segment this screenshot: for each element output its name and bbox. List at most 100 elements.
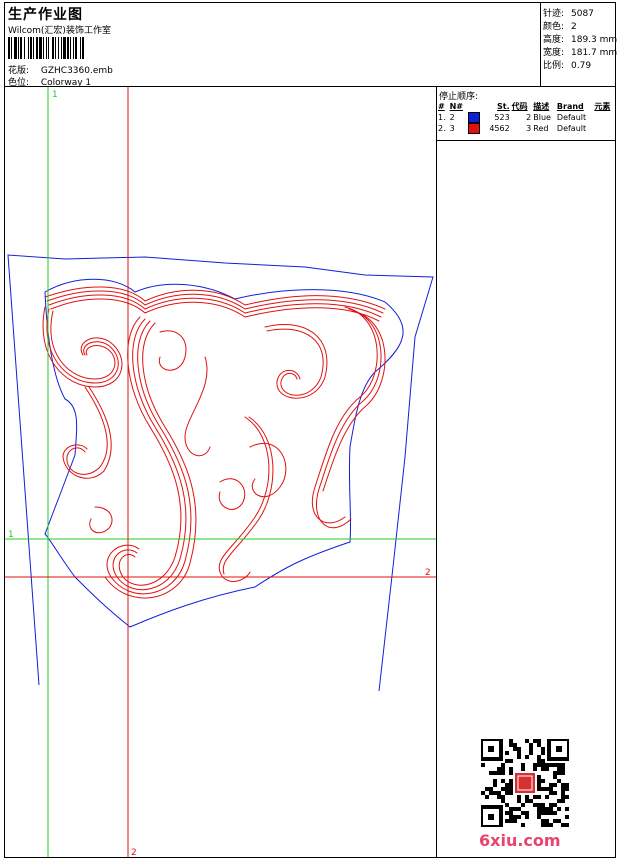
qr-module <box>545 823 549 827</box>
color-swatch-cell <box>467 112 484 123</box>
qr-module <box>549 811 553 815</box>
qr-module <box>545 819 549 823</box>
qr-module <box>493 791 497 795</box>
qr-module <box>541 807 545 811</box>
qr-module <box>537 779 541 783</box>
qr-module <box>489 791 493 795</box>
qr-module <box>501 787 505 791</box>
sheet-title: 生产作业图 <box>8 7 83 23</box>
needle-num: 2 <box>449 113 455 122</box>
barcode-bar <box>63 37 66 59</box>
qr-module <box>557 819 561 823</box>
qr-module <box>521 811 525 815</box>
qr-module <box>537 807 541 811</box>
production-sheet: 生产作业图 Wilcom(汇宏)装饰工作室 花版: GZHC3360.emb 色… <box>4 2 618 858</box>
qr-module <box>501 767 505 771</box>
qr-module <box>541 767 545 771</box>
barcode-bar <box>36 37 38 59</box>
qr-module <box>541 803 545 807</box>
qr-module <box>497 795 501 799</box>
qr-module <box>497 771 501 775</box>
qr-module <box>509 767 513 771</box>
qr-module <box>557 779 561 783</box>
barcode-bar <box>14 37 17 59</box>
qr-module <box>541 747 545 751</box>
spec-scale: 比例: 0.79 <box>543 58 591 71</box>
qr-module <box>525 799 529 803</box>
barcode-bar <box>61 37 62 59</box>
qr-module <box>505 803 509 807</box>
red-v-label: 2 <box>131 848 137 857</box>
qr-module <box>537 783 541 787</box>
red-embroidery <box>42 286 386 599</box>
color-swatch <box>468 123 481 134</box>
qr-module <box>561 771 565 775</box>
qr-module <box>493 779 497 783</box>
qr-module <box>525 755 529 759</box>
company-name: Wilcom(汇宏)装饰工作室 <box>8 26 111 36</box>
qr-module <box>481 763 485 767</box>
spec-value: 5087 <box>571 9 594 19</box>
qr-module <box>561 799 565 803</box>
barcode-bar <box>52 37 54 59</box>
qr-module <box>565 787 569 791</box>
barcode-bar <box>11 37 12 59</box>
spec-label: 高度: <box>543 35 565 45</box>
qr-module <box>557 763 561 767</box>
qr-module <box>505 759 509 763</box>
qr-module <box>489 787 493 791</box>
qr-module <box>509 811 513 815</box>
barcode-bar <box>28 37 29 59</box>
qr-module <box>493 783 497 787</box>
color-code: 2 <box>526 113 532 122</box>
header-info: 生产作业图 Wilcom(汇宏)装饰工作室 花版: GZHC3360.emb 色… <box>5 3 541 88</box>
qr-module <box>501 799 505 803</box>
qr-module <box>517 795 521 799</box>
green-v-label: 1 <box>52 90 58 100</box>
green-h-label: 1 <box>8 530 14 540</box>
barcode-bar <box>67 37 69 59</box>
qr-module <box>505 791 509 795</box>
qr-module <box>549 807 553 811</box>
qr-module <box>549 791 553 795</box>
barcode-bar <box>58 37 59 59</box>
qr-code <box>481 739 569 827</box>
col-header: # <box>438 102 445 111</box>
stop-sequence-table: # N# St. 代码 描述 Brand 元素 1. 2 523 2 Blue … <box>437 101 615 134</box>
qr-module <box>513 743 517 747</box>
col-header: St. <box>497 102 510 111</box>
qr-module <box>541 759 545 763</box>
barcode-bar <box>24 37 25 59</box>
barcode-bar <box>82 37 84 59</box>
qr-module <box>553 811 557 815</box>
qr-module <box>517 815 521 819</box>
qr-module <box>525 739 529 743</box>
qr-module <box>509 759 513 763</box>
barcode-bar <box>80 37 81 59</box>
barcode-bar <box>30 37 32 59</box>
qr-module <box>533 795 537 799</box>
spec-value: 181.7 mm <box>571 48 618 58</box>
qr-module <box>545 795 549 799</box>
qr-module <box>537 795 541 799</box>
color-code: 3 <box>526 124 532 133</box>
spec-height: 高度: 189.3 mm <box>543 32 617 45</box>
qr-module <box>505 819 509 823</box>
barcode-bar <box>75 37 77 59</box>
qr-module <box>509 807 513 811</box>
qr-module <box>505 787 509 791</box>
qr-module <box>549 823 553 827</box>
qr-module <box>545 807 549 811</box>
qr-module <box>533 763 537 767</box>
qr-module <box>545 811 549 815</box>
qr-module <box>513 807 517 811</box>
scroll-right <box>218 306 386 582</box>
blue-inner-outline <box>44 278 404 628</box>
spec-value: 189.3 mm <box>571 35 618 45</box>
barcode-bar <box>73 37 74 59</box>
scroll-left <box>42 306 123 534</box>
stitch-count: 4562 <box>489 124 510 133</box>
color-swatch <box>468 112 481 123</box>
col-header: 描述 <box>533 102 550 111</box>
embroidery-preview: 1 1 2 2 <box>5 87 436 858</box>
